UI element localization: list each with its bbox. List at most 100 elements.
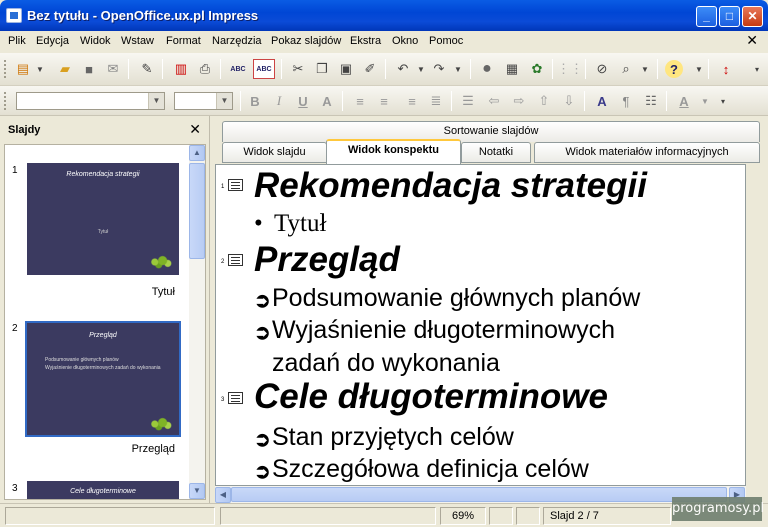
paragraph-icon[interactable]: ¶ xyxy=(617,92,635,110)
slide-list[interactable]: 1 Rekomendacja strategii Tytuł Tytuł 2 P… xyxy=(4,144,206,500)
menu-window[interactable]: Okno xyxy=(392,35,418,47)
outline-slide-title[interactable]: Przegląd xyxy=(254,240,400,280)
scroll-left-icon[interactable]: ◀ xyxy=(215,487,231,503)
outline-bullet[interactable]: Podsumowanie głównych planów xyxy=(272,284,640,313)
scroll-thumb[interactable] xyxy=(231,487,727,502)
toolbar-overflow-icon[interactable]: ▼ xyxy=(690,60,708,78)
font-color-dropdown-icon[interactable]: ▼ xyxy=(696,92,714,110)
outline-slide-title[interactable]: Cele długoterminowe xyxy=(254,377,608,417)
outline-bullet-continuation[interactable]: zadań do wykonania xyxy=(272,349,500,378)
arrow-left-icon[interactable]: ⇦ xyxy=(485,92,503,110)
zoom-dropdown-icon[interactable]: ▼ xyxy=(636,60,654,78)
menu-insert[interactable]: Wstaw xyxy=(121,35,154,47)
close-document-button[interactable]: ✕ xyxy=(746,32,758,49)
pdf-icon[interactable]: ▥ xyxy=(172,60,190,78)
grid-icon[interactable]: ⋮⋮ xyxy=(557,60,583,78)
toolbar-overflow-2-icon[interactable]: ▾ xyxy=(748,60,766,78)
new-icon[interactable]: ▤ xyxy=(14,60,32,78)
toolbar-grip[interactable] xyxy=(3,59,7,79)
outline-bullet[interactable]: Wyjaśnienie długoterminowych xyxy=(272,316,615,345)
redo-icon[interactable]: ↷ xyxy=(430,60,448,78)
title-bar[interactable]: Bez tytułu - OpenOffice.ux.pl Impress _ … xyxy=(0,0,768,31)
chevron-down-icon[interactable]: ▼ xyxy=(216,93,232,109)
open-icon[interactable]: ▰ xyxy=(56,60,74,78)
bullets-numbering-icon[interactable]: ☷ xyxy=(642,92,660,110)
shadow-icon[interactable]: A xyxy=(318,92,336,110)
tab-handouts[interactable]: Widok materiałów informacyjnych xyxy=(534,142,760,163)
redo-dropdown-icon[interactable]: ▼ xyxy=(449,60,467,78)
outline-bullet[interactable]: Tytuł xyxy=(274,210,326,238)
font-size-combo[interactable]: ▼ xyxy=(174,92,233,110)
arrow-down-icon[interactable]: ⇩ xyxy=(560,92,578,110)
character-icon[interactable]: A xyxy=(593,92,611,110)
align-center-icon[interactable]: ≡ xyxy=(375,92,393,110)
insert-mode[interactable] xyxy=(489,507,513,525)
outline-bullet[interactable]: Stan przyjętych celów xyxy=(272,423,514,452)
new-dropdown-icon[interactable]: ▼ xyxy=(31,60,49,78)
slide-thumbnail-3[interactable]: Cele długoterminowe xyxy=(27,481,179,499)
copy-icon[interactable]: ❐ xyxy=(313,60,331,78)
maximize-button[interactable]: □ xyxy=(719,6,740,27)
menu-format[interactable]: Format xyxy=(166,35,201,47)
print-icon[interactable]: ⎙ xyxy=(196,60,214,78)
scroll-up-icon[interactable]: ▲ xyxy=(189,145,205,161)
zoom-level[interactable]: 69% xyxy=(440,507,486,525)
chevron-down-icon[interactable]: ▼ xyxy=(148,93,164,109)
slide-thumbnail-2[interactable]: Przegląd Podsumowanie głównych planów Wy… xyxy=(25,321,181,437)
italic-icon[interactable]: I xyxy=(270,92,288,110)
scroll-thumb[interactable] xyxy=(189,163,205,259)
spellcheck-icon[interactable]: ABC xyxy=(229,60,247,78)
email-icon[interactable]: ✉ xyxy=(104,60,122,78)
menu-tools[interactable]: Narzędzia xyxy=(212,35,262,47)
scroll-down-icon[interactable]: ▼ xyxy=(189,483,205,499)
navigator-icon[interactable]: ✿ xyxy=(528,60,546,78)
bold-icon[interactable]: B xyxy=(246,92,264,110)
selection-mode[interactable] xyxy=(516,507,540,525)
slide-thumbnail-1[interactable]: Rekomendacja strategii Tytuł xyxy=(27,163,179,275)
help-icon[interactable]: ? xyxy=(665,60,683,78)
outline-horizontal-scrollbar[interactable]: ◀ ▶ xyxy=(215,486,746,503)
save-icon[interactable]: ■ xyxy=(80,60,98,78)
menu-view[interactable]: Widok xyxy=(80,35,111,47)
underline-icon[interactable]: U xyxy=(294,92,312,110)
paste-icon[interactable]: ▣ xyxy=(337,60,355,78)
cut-icon[interactable]: ✂ xyxy=(289,60,307,78)
slide-list-scrollbar[interactable]: ▲ ▼ xyxy=(189,145,205,499)
undo-icon[interactable]: ↶ xyxy=(394,60,412,78)
tab-notes[interactable]: Notatki xyxy=(461,142,531,163)
close-panel-button[interactable]: ✕ xyxy=(189,121,201,138)
outline-bullet[interactable]: Szczegółowa definicja celów xyxy=(272,455,589,484)
menu-help[interactable]: Pomoc xyxy=(429,35,463,47)
format-paint-icon[interactable]: ✐ xyxy=(361,60,379,78)
toolbar-overflow-icon[interactable]: ▾ xyxy=(714,92,732,110)
impress-app-icon[interactable] xyxy=(6,8,22,23)
align-left-icon[interactable]: ≡ xyxy=(351,92,369,110)
minimize-button[interactable]: _ xyxy=(696,6,717,27)
table-icon[interactable]: ▦ xyxy=(503,60,521,78)
undo-dropdown-icon[interactable]: ▼ xyxy=(412,60,430,78)
arrow-right-icon[interactable]: ⇨ xyxy=(510,92,528,110)
autospell-icon[interactable]: ABC xyxy=(253,59,275,79)
outline-editor[interactable]: 1 Rekomendacja strategii • Tytuł 2 Przeg… xyxy=(215,164,746,486)
edit-icon[interactable]: ✎ xyxy=(138,60,156,78)
font-name-combo[interactable]: ▼ xyxy=(16,92,165,110)
chart-icon[interactable]: ● xyxy=(478,60,496,78)
tab-outline-view[interactable]: Widok konspektu xyxy=(326,139,461,164)
toolbar-grip[interactable] xyxy=(3,91,7,111)
justify-icon[interactable]: ≣ xyxy=(427,92,445,110)
menu-file[interactable]: Plik xyxy=(8,35,26,47)
bullets-icon[interactable]: ☰ xyxy=(459,92,477,110)
display-icon[interactable]: ⊘ xyxy=(593,60,611,78)
tab-slide-view[interactable]: Widok slajdu xyxy=(222,142,327,163)
outline-slide-title[interactable]: Rekomendacja strategii xyxy=(254,166,647,206)
menu-slideshow[interactable]: Pokaz slajdów xyxy=(271,35,341,47)
close-window-button[interactable]: ✕ xyxy=(742,6,763,27)
arrow-up-icon[interactable]: ⇧ xyxy=(535,92,553,110)
tab-slide-sorter[interactable]: Sortowanie slajdów xyxy=(222,121,760,142)
menu-edit[interactable]: Edycja xyxy=(36,35,69,47)
zoom-icon[interactable]: ⌕ xyxy=(617,60,635,78)
font-color-icon[interactable]: A xyxy=(675,92,693,110)
menu-extra[interactable]: Ekstra xyxy=(350,35,381,47)
align-right-icon[interactable]: ≡ xyxy=(403,92,421,110)
line-spacing-icon[interactable]: ↕ xyxy=(717,60,735,78)
